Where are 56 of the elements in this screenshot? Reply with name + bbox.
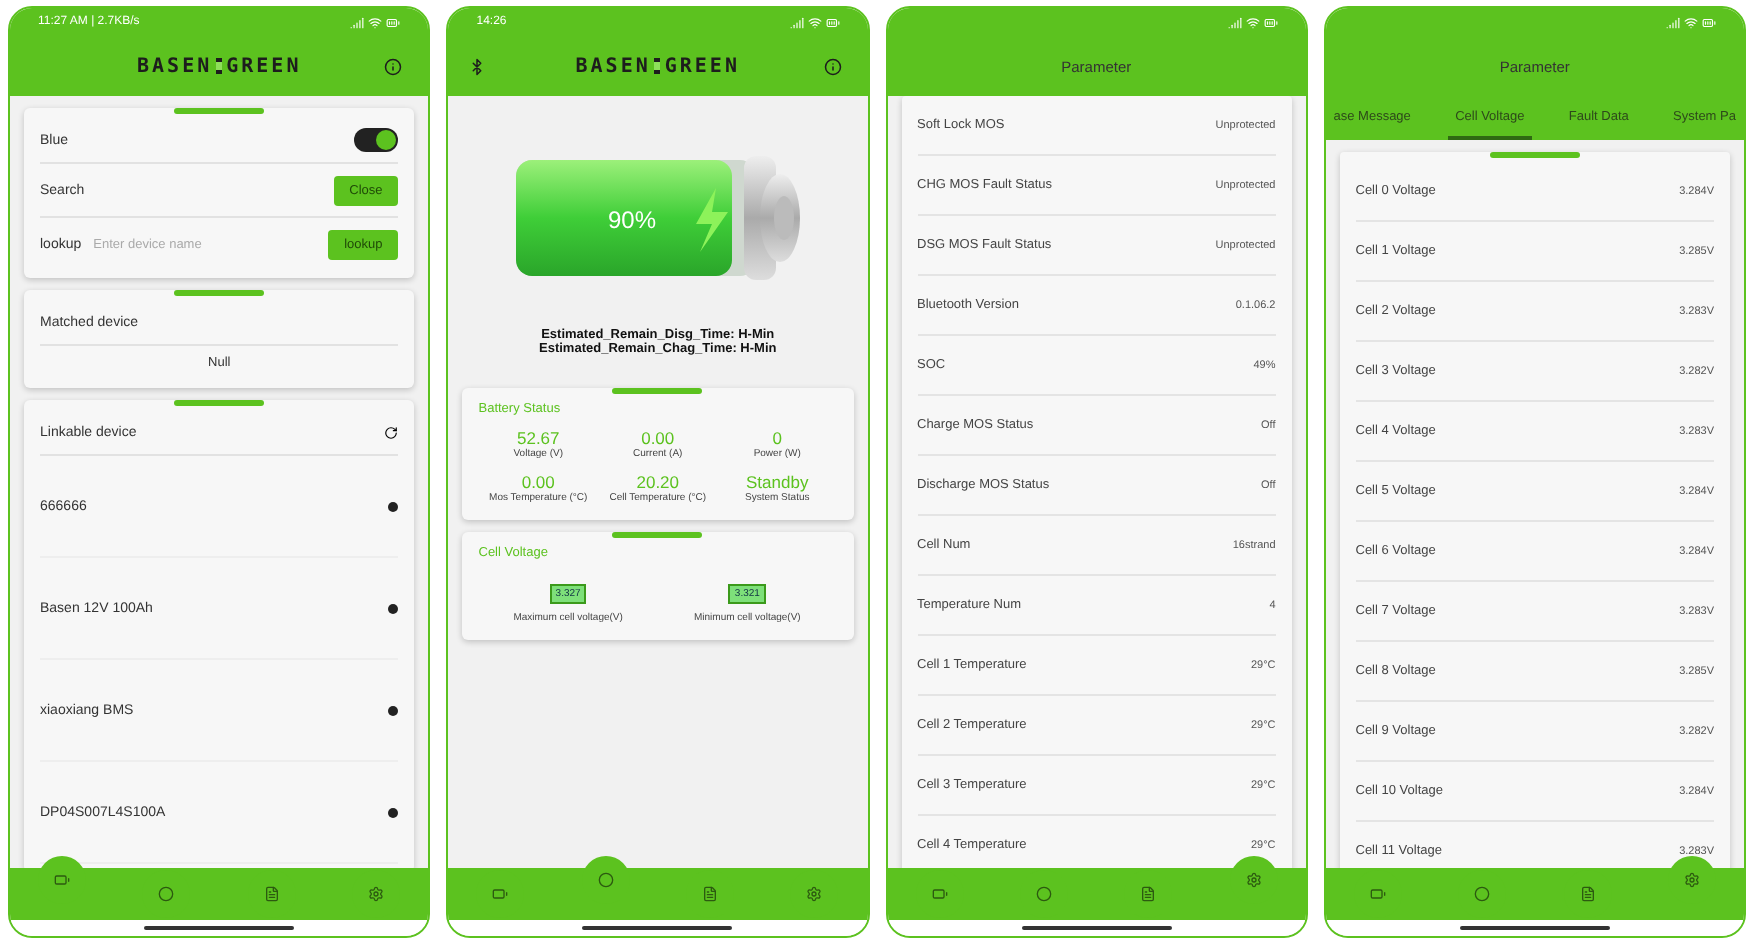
wifi-icon [1245, 15, 1260, 29]
settings-icon [806, 886, 823, 902]
battery-status-icon [1263, 15, 1278, 29]
logo-text: GREEN [226, 55, 302, 77]
settings-icon [1245, 872, 1262, 888]
metric-value: 20.20 [636, 472, 680, 492]
logo-mark [216, 58, 223, 74]
dot-icon [388, 705, 399, 715]
wifi-icon [1684, 15, 1698, 29]
refresh-icon[interactable] [384, 425, 399, 439]
logo-mark [654, 58, 661, 74]
settings-icon [1683, 872, 1700, 888]
circle-icon [597, 872, 614, 888]
card-handle [612, 532, 703, 538]
signal-icon [1666, 15, 1680, 29]
document-icon [263, 886, 280, 902]
metric-value: 0.00 [641, 428, 675, 448]
document-icon [1140, 886, 1157, 902]
logo-text: BASEN [575, 55, 651, 77]
signal-icon [350, 15, 365, 29]
dot-icon [388, 603, 399, 613]
info-icon[interactable] [823, 57, 841, 75]
info-icon[interactable] [384, 57, 403, 75]
card-handle [1489, 152, 1580, 158]
metric-value: 0 [772, 428, 782, 448]
battery-percent: 90% [607, 206, 656, 234]
battery-status-icon [825, 15, 839, 29]
card-handle [174, 108, 265, 114]
battery-status-icon [386, 15, 401, 29]
card-handle [174, 290, 265, 296]
metric-value: 52.67 [516, 428, 560, 448]
card-handle [174, 400, 265, 406]
wifi-icon [807, 15, 821, 29]
card-handle [612, 388, 703, 394]
signal-icon [789, 15, 803, 29]
circle-icon [1035, 886, 1052, 902]
circle-icon [1474, 886, 1491, 902]
battery-icon [492, 886, 509, 902]
logo-text: GREEN [664, 55, 740, 77]
battery-icon [1369, 886, 1386, 902]
circle-icon [158, 886, 175, 902]
dot-icon [388, 501, 399, 511]
metric-value: 0.00 [521, 472, 555, 492]
settings-icon [368, 886, 385, 902]
metric-value: Standby [746, 472, 809, 492]
signal-icon [1227, 15, 1242, 29]
wifi-icon [368, 15, 383, 29]
toggle-switch[interactable] [354, 128, 399, 152]
bluetooth-icon[interactable] [468, 57, 487, 75]
document-icon [1579, 886, 1596, 902]
document-icon [702, 886, 719, 902]
battery-icon [931, 886, 948, 902]
battery-status-icon [1702, 15, 1716, 29]
battery-icon [54, 872, 71, 888]
logo-text: BASEN [137, 55, 213, 77]
dot-icon [388, 807, 399, 817]
